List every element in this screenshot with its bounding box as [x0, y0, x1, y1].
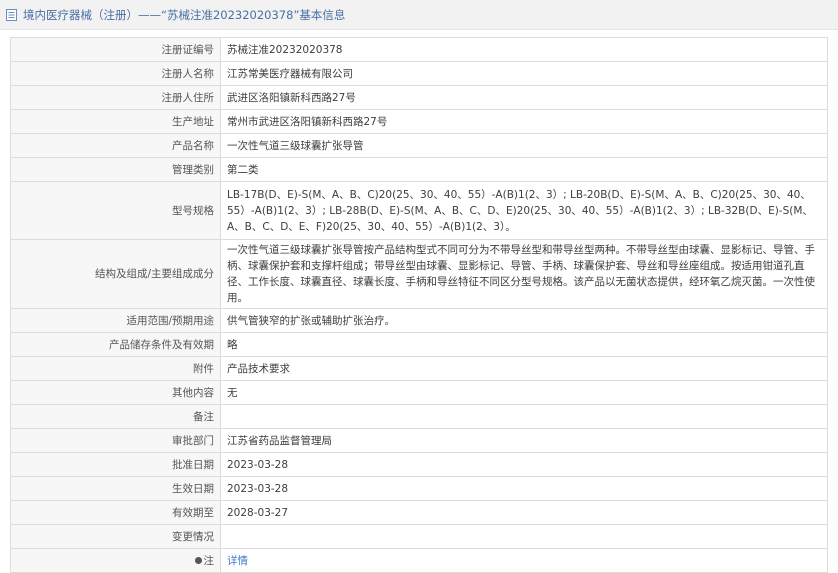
row-value [220, 404, 828, 429]
row-label: 产品储存条件及有效期 [10, 332, 221, 357]
row-label: 结构及组成/主要组成成分 [10, 239, 221, 309]
note-icon [194, 557, 202, 564]
row-value: 略 [220, 332, 828, 357]
row-value: 江苏省药品监督管理局 [220, 428, 828, 453]
row-label: 管理类别 [10, 157, 221, 182]
details-link[interactable]: 详情 [227, 555, 248, 567]
table-row: 批准日期 2023-03-28 [10, 452, 828, 477]
row-value: 第二类 [220, 157, 828, 182]
row-label: 注册人住所 [10, 85, 221, 110]
table-row-note: 注详情 [10, 548, 828, 573]
table-row: 其他内容无 [10, 380, 828, 405]
row-label: 产品名称 [10, 133, 221, 158]
row-value: 2023-03-28 [220, 476, 828, 501]
table-row: 生效日期 2023-03-28 [10, 476, 828, 501]
table-row: 变更情况 [10, 524, 828, 549]
row-value: 供气管狭窄的扩张或辅助扩张治疗。 [220, 308, 828, 333]
document-icon [6, 8, 17, 21]
row-label: 变更情况 [10, 524, 221, 549]
table-row: 有效期至 2028-03-27 [10, 500, 828, 525]
page-header: 境内医疗器械（注册）——“苏械注准20232020378”基本信息 [0, 0, 838, 30]
note-value-cell: 详情 [220, 548, 828, 573]
table-row: 型号规格 LB-17B(D、E)-S(M、A、B、C)20(25、30、40、55… [10, 181, 828, 240]
row-value: 武进区洛阳镇新科西路27号 [220, 85, 828, 110]
row-value: 常州市武进区洛阳镇新科西路27号 [220, 109, 828, 134]
info-table-container: 注册证编号 苏械注准20232020378 注册人名称 江苏常美医疗器械有限公司 注册人… [10, 37, 828, 573]
row-value: LB-17B(D、E)-S(M、A、B、C)20(25、30、40、55）-A(… [220, 181, 828, 240]
table-row: 结构及组成/主要组成成分 一次性气道三级球囊扩张导管按产品结构型式不同可分为不带导… [10, 239, 828, 309]
row-label: 其他内容 [10, 380, 221, 405]
row-value: 一次性气道三级球囊扩张导管 [220, 133, 828, 158]
table-row: 产品名称 一次性气道三级球囊扩张导管 [10, 133, 828, 158]
row-value: 2023-03-28 [220, 452, 828, 477]
row-label: 注册证编号 [10, 37, 221, 62]
row-value: 苏械注准20232020378 [220, 37, 828, 62]
table-row: 审批部门 江苏省药品监督管理局 [10, 428, 828, 453]
table-row: 注册人名称 江苏常美医疗器械有限公司 [10, 61, 828, 86]
row-label: 注册人名称 [10, 61, 221, 86]
row-value: 无 [220, 380, 828, 405]
note-label-cell: 注 [10, 548, 221, 573]
page-title: 境内医疗器械（注册）——“苏械注准20232020378”基本信息 [23, 7, 346, 22]
table-row: 适用范围/预期用途 供气管狭窄的扩张或辅助扩张治疗。 [10, 308, 828, 333]
row-label: 有效期至 [10, 500, 221, 525]
row-value: 江苏常美医疗器械有限公司 [220, 61, 828, 86]
table-row: 注册证编号 苏械注准20232020378 [10, 37, 828, 62]
row-value: 一次性气道三级球囊扩张导管按产品结构型式不同可分为不带导丝型和带导丝型两种。不带… [220, 239, 828, 309]
row-label: 生产地址 [10, 109, 221, 134]
row-label: 型号规格 [10, 181, 221, 240]
table-row: 生产地址 常州市武进区洛阳镇新科西路27号 [10, 109, 828, 134]
row-label: 批准日期 [10, 452, 221, 477]
note-label: 注 [203, 554, 215, 567]
info-table: 注册证编号 苏械注准20232020378 注册人名称 江苏常美医疗器械有限公司 注册人… [10, 37, 828, 573]
row-label: 生效日期 [10, 476, 221, 501]
row-label: 审批部门 [10, 428, 221, 453]
row-label: 备注 [10, 404, 221, 429]
row-value: 2028-03-27 [220, 500, 828, 525]
row-value [220, 524, 828, 549]
row-label: 适用范围/预期用途 [10, 308, 221, 333]
table-row: 产品储存条件及有效期略 [10, 332, 828, 357]
table-row: 备注 [10, 404, 828, 429]
table-row: 管理类别 第二类 [10, 157, 828, 182]
table-row: 注册人住所 武进区洛阳镇新科西路27号 [10, 85, 828, 110]
table-row: 附件 产品技术要求 [10, 356, 828, 381]
row-label: 附件 [10, 356, 221, 381]
row-value: 产品技术要求 [220, 356, 828, 381]
